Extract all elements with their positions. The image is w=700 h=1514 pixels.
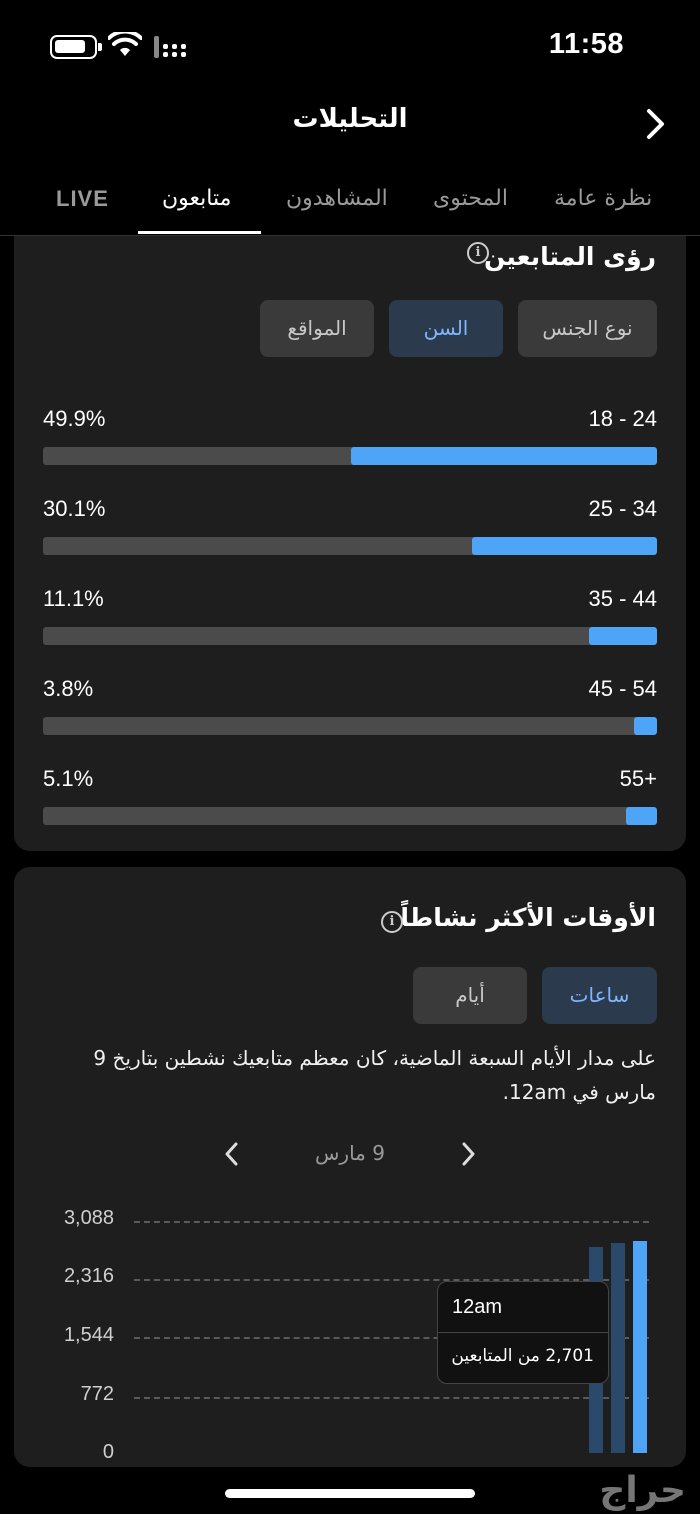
age-bar-track bbox=[43, 627, 657, 645]
age-range: 34 - 25 bbox=[588, 496, 657, 521]
page-title: التحليلات bbox=[292, 104, 408, 134]
age-bar-track bbox=[43, 447, 657, 465]
age-range: 44 - 35 bbox=[588, 586, 657, 611]
age-bar-track bbox=[43, 537, 657, 555]
tab-bar: نظرة عامة المحتوى المشاهدون متابعون LIVE bbox=[0, 176, 700, 236]
y-tick-label: 3,088 bbox=[63, 1207, 114, 1229]
active-times-title: الأوقات الأكثر نشاطاً bbox=[400, 903, 656, 932]
age-percent: 3.8% bbox=[43, 676, 94, 701]
tab-viewers[interactable]: المشاهدون bbox=[286, 186, 388, 211]
age-bar-track bbox=[43, 717, 657, 735]
age-bar-fill bbox=[472, 537, 657, 555]
hour-bar-selected[interactable] bbox=[633, 1241, 647, 1453]
age-range: 24 - 18 bbox=[588, 406, 657, 431]
follower-insights-card: رؤى المتابعين i نوع الجنس السن المواقع 4… bbox=[14, 236, 686, 851]
segment-locations[interactable]: المواقع bbox=[260, 300, 374, 357]
active-tab-indicator bbox=[138, 231, 261, 234]
tab-live[interactable]: LIVE bbox=[56, 186, 109, 212]
chart-tooltip: 12am 2,701 من المتابعين bbox=[437, 1281, 609, 1384]
age-row: 3.8% 54 - 45 bbox=[43, 676, 657, 746]
age-row: 5.1% +55 bbox=[43, 766, 657, 836]
age-percent: 11.1% bbox=[43, 586, 104, 611]
info-icon[interactable]: i bbox=[381, 911, 403, 933]
wifi-icon bbox=[108, 32, 142, 56]
age-bar-fill bbox=[625, 807, 657, 825]
age-row: 30.1% 34 - 25 bbox=[43, 496, 657, 566]
segment-hours[interactable]: ساعات bbox=[542, 967, 657, 1024]
info-icon[interactable]: i bbox=[467, 242, 489, 264]
active-times-card: الأوقات الأكثر نشاطاً i ساعات أيام على م… bbox=[14, 867, 686, 1467]
age-percent: 5.1% bbox=[43, 766, 94, 791]
age-bar-track bbox=[43, 807, 657, 825]
cellular-signal-icon bbox=[154, 36, 186, 58]
status-time: 11:58 bbox=[548, 28, 624, 60]
tooltip-time: 12am bbox=[452, 1296, 503, 1318]
watermark-logo: حراج bbox=[599, 1470, 686, 1511]
age-range: +55 bbox=[619, 766, 657, 791]
status-bar: 11:58 bbox=[0, 0, 700, 92]
date-label: 9 مارس bbox=[315, 1141, 385, 1165]
gridline bbox=[134, 1221, 649, 1223]
date-navigator: 9 مارس bbox=[14, 1135, 686, 1175]
segment-gender[interactable]: نوع الجنس bbox=[518, 300, 657, 357]
tooltip-value: 2,701 من المتابعين bbox=[451, 1346, 594, 1366]
age-percent: 49.9% bbox=[43, 406, 106, 431]
age-row: 49.9% 24 - 18 bbox=[43, 406, 657, 476]
tooltip-divider bbox=[438, 1332, 608, 1333]
follower-insights-title: رؤى المتابعين bbox=[483, 242, 656, 271]
age-bar-fill bbox=[633, 717, 657, 735]
battery-icon bbox=[50, 35, 102, 59]
chevron-right-icon[interactable] bbox=[458, 1141, 478, 1167]
hour-bar[interactable] bbox=[611, 1243, 625, 1453]
tab-content[interactable]: المحتوى bbox=[433, 186, 508, 211]
back-chevron-icon[interactable] bbox=[640, 106, 670, 142]
segment-age[interactable]: السن bbox=[389, 300, 503, 357]
tab-followers[interactable]: متابعون bbox=[162, 186, 231, 211]
age-bar-fill bbox=[350, 447, 657, 465]
age-percent: 30.1% bbox=[43, 496, 106, 521]
age-row: 11.1% 44 - 35 bbox=[43, 586, 657, 656]
segment-days[interactable]: أيام bbox=[413, 967, 527, 1024]
age-range: 54 - 45 bbox=[588, 676, 657, 701]
age-bar-fill bbox=[588, 627, 657, 645]
tab-overview[interactable]: نظرة عامة bbox=[554, 186, 652, 211]
active-times-description: على مدار الأيام السبعة الماضية، كان معظم… bbox=[93, 1046, 656, 1104]
home-indicator[interactable] bbox=[225, 1489, 475, 1498]
